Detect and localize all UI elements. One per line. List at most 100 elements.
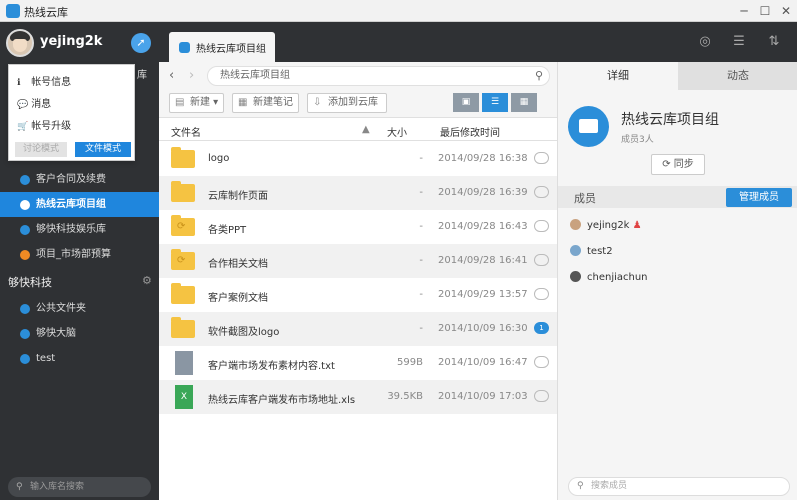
sync-folder-icon: ⟳ [171,215,195,236]
nav-bar: ‹ › 热线云库项目组 ⚲ [159,62,557,90]
member-item[interactable]: test2 [570,245,613,257]
compass-icon[interactable]: ◎ [696,33,714,51]
title-bar: 热线云库 ─ ☐ ✕ [0,0,797,22]
column-modified[interactable]: 最后修改时间 [440,124,500,139]
user-header: yejing2k ➚ [0,22,159,62]
library-icon [20,329,30,339]
sync-button[interactable]: ⟳ 同步 [651,154,705,175]
table-row[interactable]: 软件截图及logo - 2014/10/09 16:30 1 [159,312,557,346]
comment-icon[interactable] [534,152,549,164]
avatar [570,271,581,282]
sidebar-item-public-folder[interactable]: 公共文件夹 [0,296,159,321]
briefcase-icon [568,106,609,147]
download-icon: ⇩ [313,97,322,108]
app-logo-icon [6,4,20,18]
username[interactable]: yejing2k [40,34,102,49]
folder-icon [171,283,195,304]
mode-switch: 讨论模式 文件模式 [15,142,131,157]
sidebar-item-brain[interactable]: 够快大脑 [0,321,159,346]
library-icon [20,304,30,314]
table-row[interactable]: 云库制作页面 - 2014/09/28 16:39 [159,176,557,210]
text-file-icon [175,351,193,375]
tab-activity[interactable]: 动态 [678,62,797,90]
tab-detail[interactable]: 详细 [558,62,678,90]
library-icon [179,42,190,53]
comment-icon[interactable] [534,254,549,266]
comment-icon[interactable] [534,186,549,198]
library-search-input[interactable]: ⚲ 输入库名搜索 [8,477,151,497]
library-icon [20,354,30,364]
member-search-input[interactable]: ⚲ 搜索成员 [568,477,790,496]
table-row[interactable]: ⟳ 合作相关文档 - 2014/09/28 16:41 [159,244,557,278]
tab-project-group[interactable]: 热线云库项目组 [169,32,275,62]
list-icon[interactable]: ☰ [730,33,748,51]
sort-arrow-icon[interactable]: ▲ [362,124,370,135]
avatar [570,219,581,230]
search-icon[interactable]: ⚲ [535,67,543,85]
sidebar-item-entertainment[interactable]: 够快科技娱乐库 [0,217,159,242]
folder-icon [171,147,195,168]
table-row[interactable]: ⟳ 各类PPT - 2014/09/28 16:43 [159,210,557,244]
menu-item-messages[interactable]: 💬 消息 [17,95,51,110]
library-icon [20,225,30,235]
sidebar-item-project-group[interactable]: 热线云库项目组 [0,192,159,217]
menu-item-account-info[interactable]: ℹ 帐号信息 [17,73,71,88]
project-name: 热线云库项目组 [621,112,719,128]
top-bar: 热线云库项目组 ◎ ☰ ⇅ [159,22,797,62]
table-header: 文件名 ▲ 大小 最后修改时间 [159,119,557,141]
list-view-icon[interactable]: ☰ [482,93,508,112]
new-button[interactable]: ▤ 新建 ▾ [169,93,224,113]
add-library-icon [20,250,30,260]
table-row[interactable]: X 热线云库客户端发布市场地址.xls 39.5KB 2014/10/09 17… [159,380,557,414]
back-arrow-icon[interactable]: ‹ [169,68,174,83]
sidebar-item-test[interactable]: test [0,346,159,371]
member-item[interactable]: chenjiachun [570,271,648,283]
file-mode-button[interactable]: 文件模式 [75,142,131,157]
folder-icon [171,317,195,338]
sync-folder-icon: ⟳ [171,249,195,270]
search-icon: ⚲ [16,482,23,492]
info-icon: ℹ [17,78,21,88]
comment-count-badge[interactable]: 1 [534,322,549,334]
library-icon [20,200,30,210]
account-menu: ℹ 帐号信息 💬 消息 🛒 帐号升级 讨论模式 文件模式 [8,64,135,161]
settings-sliders-icon[interactable]: ⇅ [765,33,783,51]
column-name[interactable]: 文件名 [171,124,201,139]
thumbnail-view-icon[interactable]: ▣ [453,93,479,112]
obscured-label: 库 [137,70,147,81]
path-input[interactable]: 热线云库项目组 ⚲ [207,66,550,86]
menu-item-upgrade[interactable]: 🛒 帐号升级 [17,117,71,132]
new-note-button[interactable]: ▦ 新建笔记 [232,93,299,113]
column-size[interactable]: 大小 [387,124,407,139]
folder-plus-icon: ▤ [175,97,185,108]
admin-user-icon: ♟ [632,220,642,231]
forward-arrow-icon[interactable]: › [189,68,194,83]
sidebar-item-customer-contracts[interactable]: 客户合同及续费 [0,167,159,192]
table-row[interactable]: 客户案例文档 - 2014/09/29 13:57 [159,278,557,312]
group-title[interactable]: 够快科技 [8,274,52,290]
toolbar: ▤ 新建 ▾ ▦ 新建笔记 ⇩ 添加到云库 ▣ ☰ ▦ [159,90,557,118]
maximize-button[interactable]: ☐ [756,2,774,20]
table-row[interactable]: logo - 2014/09/28 16:38 [159,142,557,176]
minimize-button[interactable]: ─ [735,2,753,20]
comment-icon[interactable] [534,220,549,232]
rocket-icon[interactable]: ➚ [131,33,151,53]
sidebar-item-budget[interactable]: 项目_市场部预算 [0,242,159,267]
comment-icon[interactable] [534,356,549,368]
table-row[interactable]: 客户端市场发布素材内容.txt 599B 2014/10/09 16:47 [159,346,557,380]
avatar[interactable] [6,29,34,57]
cart-icon: 🛒 [17,122,29,132]
member-item[interactable]: yejing2k ♟ [570,219,642,231]
excel-file-icon: X [175,385,193,409]
manage-members-button[interactable]: 管理成员 [726,188,792,207]
avatar [570,245,581,256]
comment-icon[interactable] [534,288,549,300]
add-to-library-button[interactable]: ⇩ 添加到云库 [307,93,387,113]
close-button[interactable]: ✕ [777,2,795,20]
members-title: 成员 [574,192,596,205]
message-icon: 💬 [17,100,29,110]
grid-view-icon[interactable]: ▦ [511,93,537,112]
gear-icon[interactable]: ⚙ [142,274,152,287]
comment-icon[interactable] [534,390,549,402]
discussion-mode-button[interactable]: 讨论模式 [15,142,67,157]
